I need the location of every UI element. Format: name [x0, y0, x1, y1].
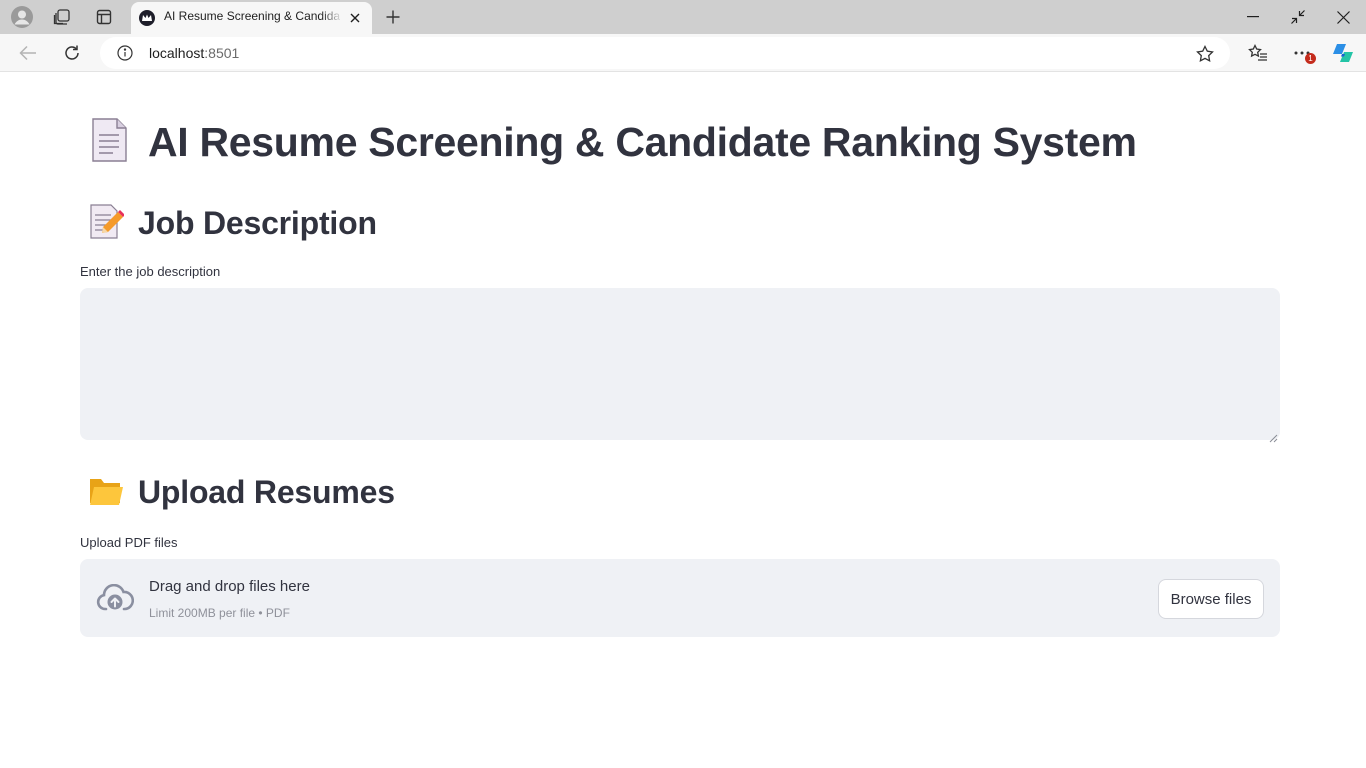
back-arrow-icon[interactable]	[16, 41, 40, 65]
page-title-text: AI Resume Screening & Candidate Ranking …	[148, 118, 1137, 165]
file-dropzone[interactable]: Drag and drop files here Limit 200MB per…	[80, 559, 1280, 637]
open-folder-icon	[88, 473, 124, 511]
browse-files-button[interactable]: Browse files	[1158, 579, 1264, 619]
job-description-label: Enter the job description	[80, 264, 221, 279]
collections-icon[interactable]	[50, 5, 74, 29]
upload-resumes-heading: Upload Resumes	[88, 473, 395, 511]
minimize-window-icon[interactable]	[1241, 5, 1265, 29]
dropzone-instruction: Drag and drop files here	[149, 578, 310, 595]
copilot-icon[interactable]	[1331, 41, 1355, 65]
browser-toolbar: localhost:8501	[0, 34, 1366, 72]
dropzone-limit-hint: Limit 200MB per file • PDF	[149, 606, 290, 620]
tab-title-fade	[321, 6, 343, 28]
close-tab-icon[interactable]	[345, 8, 365, 28]
notification-badge: 1	[1305, 53, 1316, 64]
job-description-heading: Job Description	[88, 202, 377, 244]
favorites-list-icon[interactable]	[1246, 41, 1270, 65]
app-page: AI Resume Screening & Candidate Ranking …	[0, 73, 1366, 768]
url-host: localhost	[149, 45, 205, 61]
profile-avatar-icon[interactable]	[10, 5, 34, 29]
page-title: AI Resume Screening & Candidate Ranking …	[88, 117, 1137, 167]
favorite-star-icon[interactable]	[1194, 43, 1216, 65]
active-browser-tab[interactable]: AI Resume Screening & Candidate Ranking …	[131, 2, 372, 34]
address-bar[interactable]: localhost:8501	[100, 37, 1230, 69]
tab-title: AI Resume Screening & Candidate Ranking …	[164, 9, 340, 23]
url-text[interactable]: localhost:8501	[149, 45, 239, 61]
streamlit-crown-icon	[139, 10, 155, 26]
restore-window-icon[interactable]	[1286, 5, 1310, 29]
reload-icon[interactable]	[60, 41, 84, 65]
browser-tab-strip: AI Resume Screening & Candidate Ranking …	[0, 0, 1366, 34]
close-window-icon[interactable]	[1331, 5, 1355, 29]
resize-grip-icon[interactable]	[1268, 428, 1278, 443]
job-description-heading-text: Job Description	[138, 204, 377, 241]
memo-pencil-icon	[88, 202, 125, 244]
upload-resumes-heading-text: Upload Resumes	[138, 473, 395, 510]
site-info-icon[interactable]	[116, 44, 134, 62]
url-port: :8501	[204, 45, 240, 61]
job-description-textarea[interactable]	[80, 288, 1280, 440]
cloud-upload-icon	[95, 581, 135, 615]
page-document-icon	[88, 117, 130, 167]
upload-label: Upload PDF files	[80, 535, 178, 550]
tab-actions-icon[interactable]	[92, 5, 116, 29]
new-tab-plus-icon[interactable]	[381, 5, 405, 29]
